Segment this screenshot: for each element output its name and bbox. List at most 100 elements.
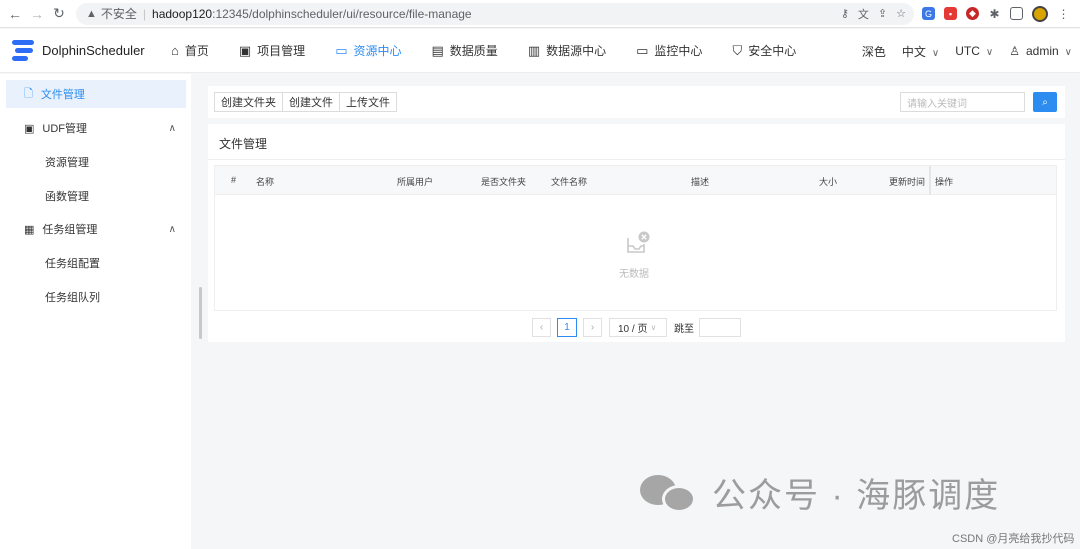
menu-datasource-label: 数据源中心 (546, 44, 607, 58)
search-input[interactable]: 请输入关键词 (900, 92, 1025, 112)
monitor-icon: ▭ (636, 42, 649, 58)
menu-datasource[interactable]: ▥ 数据源中心 (513, 29, 621, 73)
credit-text: CSDN @月亮给我抄代码 (952, 533, 1075, 545)
address-bar[interactable]: ▲ 不安全 | hadoop120:12345/dolphinscheduler… (76, 2, 914, 25)
sidebar-item-resource-manage[interactable]: 资源管理 (6, 148, 186, 176)
share-icon[interactable]: ⇪ (878, 7, 887, 20)
translate-icon[interactable]: 文 (858, 6, 869, 22)
sidebar-item-label: 函数管理 (45, 191, 89, 203)
column-header-actions: 操作 (935, 177, 954, 187)
file-manage-card: 文件管理 # 名称 所属用户 是否文件夹 文件名称 描述 大小 更新时间 操作 … (208, 124, 1065, 342)
column-header-name: 名称 (256, 177, 275, 187)
datasource-icon: ▥ (527, 42, 541, 58)
browser-toolbar: ← → ↻ ▲ 不安全 | hadoop120:12345/dolphinsch… (0, 0, 1080, 28)
url-bar-actions: ⚷ 文 ⇪ ☆ (841, 3, 906, 25)
sidebar-item-function-manage[interactable]: 函数管理 (6, 182, 186, 210)
sidebar: 🗋 文件管理 ▣ UDF管理 ∧ 资源管理 函数管理 ▦ 任务组管理 ∧ 任务组配置 任务… (0, 74, 191, 549)
sidebar-item-file-manage[interactable]: 🗋 文件管理 (6, 80, 186, 108)
menu-home-label: 首页 (184, 44, 209, 58)
puzzle-icon[interactable]: ✱ (988, 7, 1001, 21)
back-icon[interactable]: ← (4, 3, 26, 25)
create-file-button[interactable]: 创建文件 (282, 92, 340, 112)
column-header-index: # (231, 175, 237, 185)
prev-page-button[interactable]: ‹ (532, 317, 551, 337)
sidebar-item-udf[interactable]: ▣ UDF管理 ∧ (6, 114, 186, 142)
column-header-owner: 所属用户 (397, 177, 434, 187)
timezone-select[interactable]: UTC ∨ (955, 44, 993, 58)
insecure-label: 不安全 (100, 7, 137, 21)
page-size-select[interactable]: 10 / 页 ∨ (609, 317, 667, 337)
sidepanel-icon[interactable] (1010, 7, 1023, 20)
chevron-up-icon: ∧ (168, 122, 176, 134)
theme-toggle[interactable]: 深色 (862, 43, 886, 60)
column-resize-handle[interactable] (929, 166, 931, 195)
forward-icon[interactable]: → (26, 3, 48, 25)
file-manage-icon: 🗋 (24, 87, 33, 100)
chevron-down-icon: ∨ (650, 322, 657, 332)
sidebar-item-task-group-config[interactable]: 任务组配置 (6, 249, 186, 277)
jump-page-input[interactable] (699, 317, 741, 337)
menu-security[interactable]: ⛉ 安全中心 (717, 29, 811, 73)
reload-icon[interactable]: ↻ (48, 3, 70, 25)
menu-project[interactable]: ▣ 项目管理 (224, 29, 320, 73)
user-menu[interactable]: ♙ admin ∨ (1009, 44, 1072, 58)
sidebar-item-task-group-queue[interactable]: 任务组队列 (6, 283, 186, 311)
search-button[interactable]: ⌕ (1033, 92, 1057, 112)
language-select[interactable]: 中文 ∨ (902, 43, 939, 60)
menu-resource[interactable]: ▭ 资源中心 (320, 29, 416, 73)
shield-icon: ⛉ (732, 42, 743, 58)
url-host: hadoop120 (152, 6, 213, 21)
wechat-icon (640, 471, 698, 515)
profile-avatar[interactable] (1032, 5, 1048, 22)
app-header: DolphinScheduler ⌂ 首页 ▣ 项目管理 ▭ 资源中心 ▤ 数据质量 ▥… (0, 29, 1080, 73)
create-folder-button[interactable]: 创建文件夹 (214, 92, 283, 112)
page-size-label: 10 / 页 (618, 323, 648, 335)
watermark-text: 公众号 · 海豚调度 (712, 477, 1001, 515)
data-quality-icon: ▤ (431, 42, 444, 58)
extension-red-icon[interactable]: ▪ (944, 7, 957, 20)
menu-home[interactable]: ⌂ 首页 (156, 29, 224, 73)
sidebar-item-task-group[interactable]: ▦ 任务组管理 ∧ (6, 215, 186, 243)
menu-monitor-label: 监控中心 (654, 44, 703, 58)
next-page-button[interactable]: › (583, 317, 602, 337)
column-header-is-folder: 是否文件夹 (481, 177, 527, 187)
sidebar-item-label: 文件管理 (40, 89, 85, 101)
chevron-right-icon: › (590, 321, 595, 333)
key-icon[interactable]: ⚷ (841, 7, 849, 20)
bookmark-star-icon[interactable]: ☆ (896, 7, 906, 20)
app-name: DolphinScheduler (42, 43, 145, 58)
more-menu-icon[interactable]: ⋮ (1057, 7, 1070, 21)
warning-icon: ▲ (86, 7, 97, 20)
chevron-left-icon: ‹ (539, 321, 544, 333)
column-header-file-name: 文件名称 (551, 177, 588, 187)
sidebar-item-label: UDF管理 (42, 123, 88, 135)
extensions-area: G ▪ ◆ ✱ ⋮ (922, 5, 1070, 22)
column-header-updated: 更新时间 (889, 177, 926, 187)
timezone-label: UTC (955, 44, 980, 58)
menu-project-label: 项目管理 (257, 44, 306, 58)
url-path: :12345/dolphinscheduler/ui/resource/file… (212, 6, 472, 21)
main-menu: ⌂ 首页 ▣ 项目管理 ▭ 资源中心 ▤ 数据质量 ▥ 数据源中心 ▭ 监控中心 ⛉ 安全中心 (156, 29, 811, 73)
logo[interactable]: DolphinScheduler (10, 39, 150, 63)
home-icon: ⌂ (171, 43, 179, 58)
chevron-down-icon: ∨ (1064, 47, 1072, 58)
extension-translate-icon[interactable]: G (922, 7, 935, 20)
url-separator: | (142, 6, 147, 21)
column-header-size: 大小 (819, 177, 838, 187)
chevron-down-icon: ∨ (931, 47, 940, 59)
scrollbar-thumb[interactable] (199, 287, 202, 339)
menu-resource-label: 资源中心 (353, 44, 402, 58)
page-number-1[interactable]: 1 (557, 317, 577, 337)
table-header: # 名称 所属用户 是否文件夹 文件名称 描述 大小 更新时间 操作 (215, 166, 1056, 195)
dolphin-logo-icon (10, 39, 38, 63)
user-icon: ♙ (1009, 44, 1020, 58)
sidebar-item-label: 资源管理 (45, 157, 89, 169)
menu-data-quality[interactable]: ▤ 数据质量 (417, 29, 513, 73)
sidebar-item-label: 任务组配置 (45, 258, 100, 270)
project-icon: ▣ (238, 42, 252, 58)
user-name: admin (1025, 44, 1059, 58)
action-button-group: 创建文件夹 创建文件 上传文件 (214, 92, 397, 112)
upload-file-button[interactable]: 上传文件 (339, 92, 397, 112)
extension-shield-icon[interactable]: ◆ (966, 7, 979, 20)
menu-monitor[interactable]: ▭ 监控中心 (621, 29, 717, 73)
